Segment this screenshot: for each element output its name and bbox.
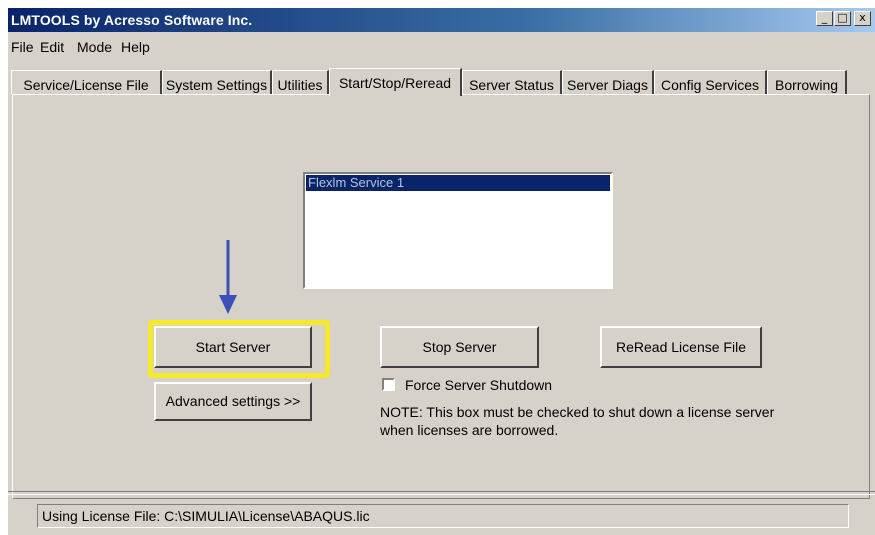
note-line-1: NOTE: This box must be checked to shut d… [380,404,775,420]
tab-start-stop-reread[interactable]: Start/Stop/Reread [329,68,462,96]
tab-borrowing[interactable]: Borrowing [767,70,847,94]
tab-server-diags[interactable]: Server Diags [562,70,654,94]
tab-system-settings[interactable]: System Settings [162,70,272,94]
menu-help[interactable]: Help [121,39,150,55]
start-server-button[interactable]: Start Server [154,326,312,368]
tab-utilities[interactable]: Utilities [272,70,329,94]
tab-config-services[interactable]: Config Services [654,70,767,94]
minimize-button[interactable]: _ [816,11,833,26]
close-button[interactable]: x [854,11,871,26]
tab-server-status[interactable]: Server Status [462,70,562,94]
force-shutdown-label: Force Server Shutdown [405,377,553,393]
menu-mode[interactable]: Mode [77,39,112,55]
status-bar: Using License File: C:\SIMULIA\License\A… [37,504,849,528]
status-text: Using License File: C:\SIMULIA\License\A… [42,508,370,524]
arrow-down-icon [219,240,237,314]
status-separator [8,491,875,495]
menu-file[interactable]: File [11,39,34,55]
advanced-settings-button[interactable]: Advanced settings >> [154,382,312,421]
menu-bar: File Edit Mode Help [8,34,875,56]
reread-license-file-button[interactable]: ReRead License File [600,326,762,368]
service-list-item[interactable]: Flexlm Service 1 [306,175,610,191]
lmtools-window: LMTOOLS by Acresso Software Inc. _ □ x F… [8,8,875,535]
maximize-button[interactable]: □ [834,11,851,26]
menu-edit[interactable]: Edit [40,39,64,55]
tab-service-license-file[interactable]: Service/License File [11,70,162,94]
tab-panel [12,94,870,499]
title-bar[interactable]: LMTOOLS by Acresso Software Inc. _ □ x [8,8,875,32]
window-title: LMTOOLS by Acresso Software Inc. [11,12,253,28]
note-line-2: when licenses are borrowed. [380,422,559,438]
stop-server-button[interactable]: Stop Server [380,326,539,368]
force-shutdown-checkbox[interactable] [382,378,395,391]
services-listbox[interactable]: Flexlm Service 1 [303,172,613,289]
